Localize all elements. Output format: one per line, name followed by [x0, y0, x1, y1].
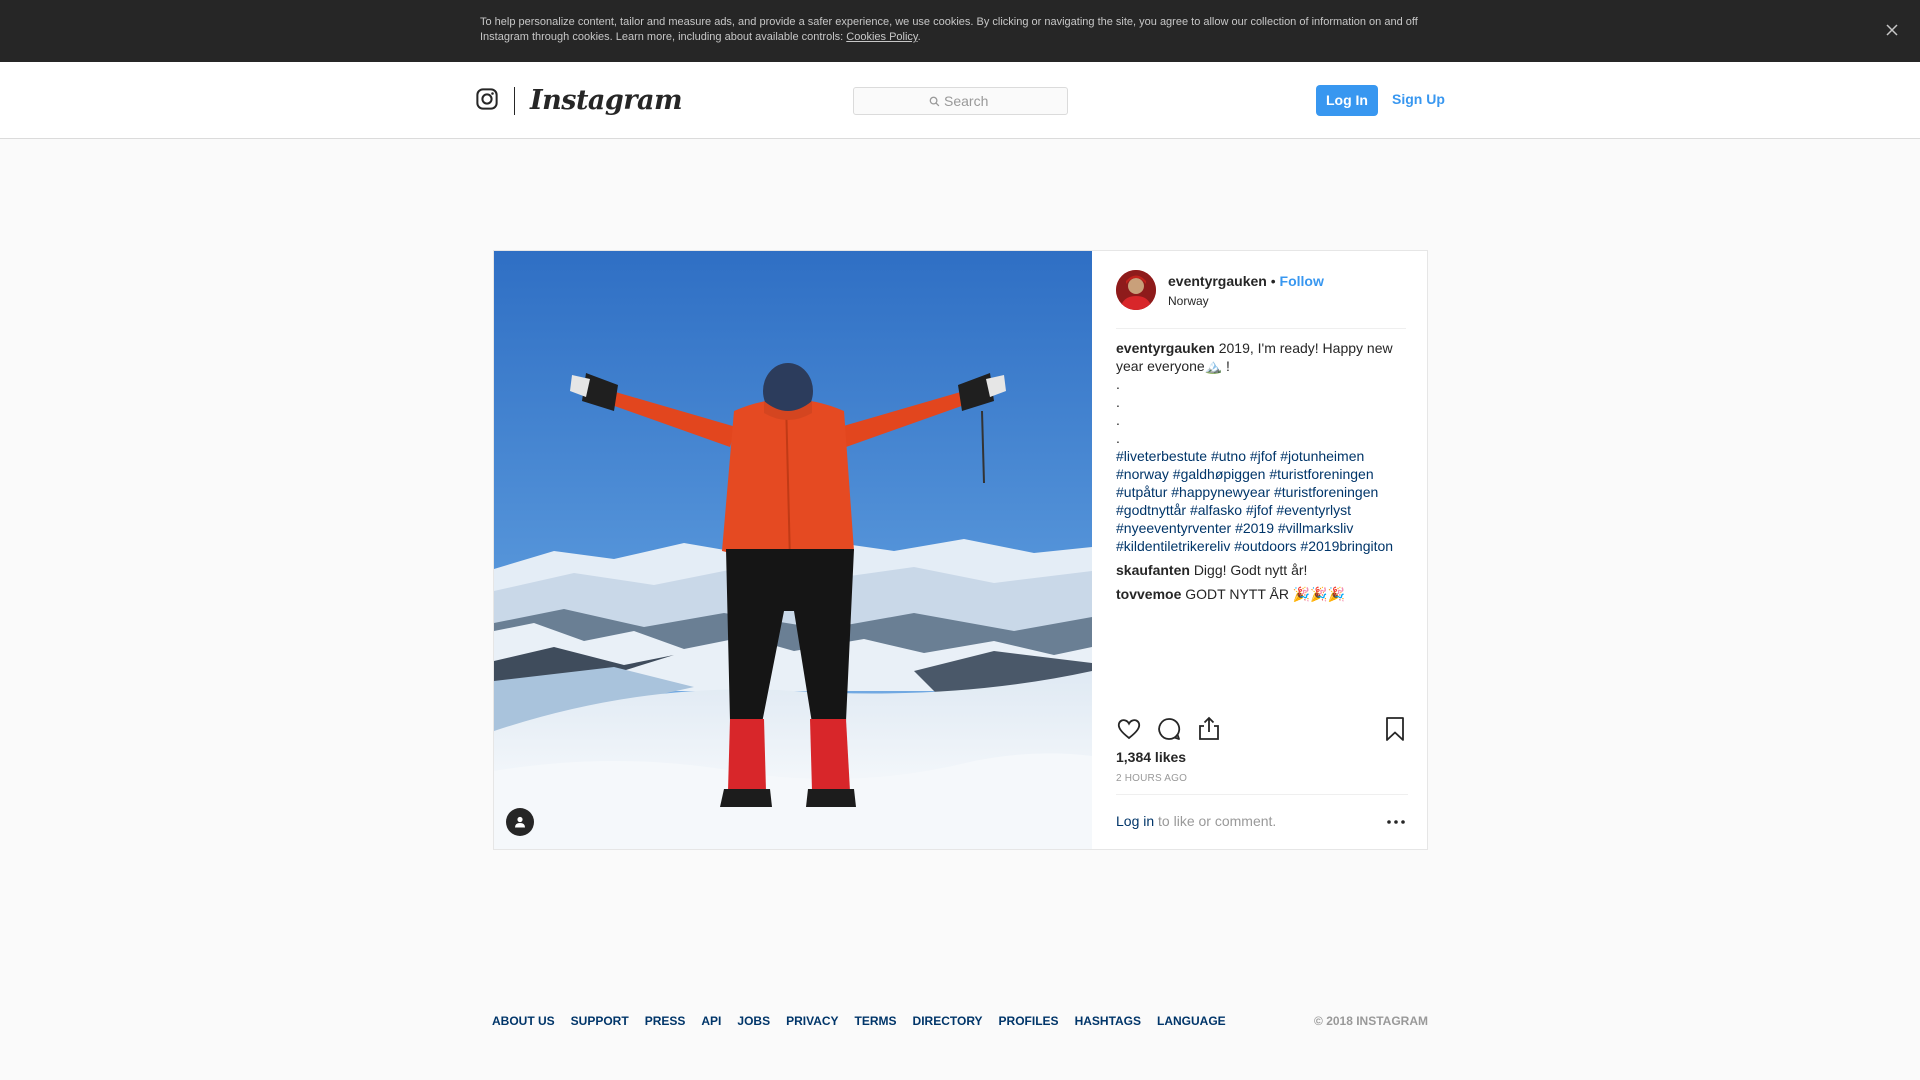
instagram-wordmark[interactable]: Instagram	[530, 81, 683, 121]
author-line: eventyrgauken • Follow	[1168, 272, 1324, 290]
cookies-policy-link[interactable]: Cookies Policy	[846, 31, 917, 43]
heart-icon	[1117, 719, 1141, 740]
avatar-image	[1116, 270, 1156, 310]
cookie-banner-text: To help personalize content, tailor and …	[480, 15, 1440, 45]
share-button[interactable]	[1196, 716, 1222, 742]
post-author-header: eventyrgauken • Follow Norway	[1116, 270, 1406, 329]
like-button[interactable]	[1116, 716, 1142, 742]
save-button[interactable]	[1382, 716, 1408, 742]
caption-dot: .	[1116, 376, 1120, 392]
comment-button[interactable]	[1156, 716, 1182, 742]
footer-link-profiles[interactable]: PROFILES	[999, 1013, 1059, 1029]
footer-link-directory[interactable]: DIRECTORY	[913, 1013, 983, 1029]
footer-link-press[interactable]: PRESS	[645, 1013, 686, 1029]
cookie-banner: To help personalize content, tailor and …	[0, 0, 1920, 62]
comment-item: tovvemoe GODT NYTT ÅR 🎉🎉🎉	[1116, 585, 1408, 603]
top-nav: Instagram Log In Sign Up	[0, 62, 1920, 139]
caption-dot: .	[1116, 412, 1120, 428]
post-actions	[1116, 716, 1408, 746]
caption-hashtags[interactable]: #liveterbestute #utno #jfof #jotunheimen…	[1116, 447, 1408, 555]
footer: ABOUT US SUPPORT PRESS API JOBS PRIVACY …	[492, 1013, 1428, 1033]
instagram-glyph-icon[interactable]	[476, 88, 498, 110]
caption-dot: .	[1116, 430, 1120, 446]
login-to-comment-bar: Log in to like or comment.	[1116, 794, 1408, 846]
caption-line: eventyrgauken 2019, I'm ready! Happy new…	[1116, 339, 1408, 375]
post-caption: eventyrgauken 2019, I'm ready! Happy new…	[1116, 339, 1408, 555]
footer-link-language[interactable]: LANGUAGE	[1157, 1013, 1226, 1029]
post-sidebar: eventyrgauken • Follow Norway eventyrgau…	[1093, 251, 1427, 849]
comments-list: eventyrgauken 2019, I'm ready! Happy new…	[1116, 339, 1408, 603]
comment-username-link[interactable]: tovvemoe	[1116, 586, 1181, 602]
more-icon	[1387, 820, 1405, 824]
avatar[interactable]	[1116, 270, 1156, 310]
comment-text: Digg! Godt nytt år!	[1193, 562, 1308, 578]
follow-button[interactable]: Follow	[1280, 273, 1324, 289]
caption-dot: .	[1116, 394, 1120, 410]
comment-text: GODT NYTT ÅR 🎉🎉🎉	[1185, 586, 1346, 602]
post-timestamp[interactable]: 2 HOURS AGO	[1116, 773, 1187, 785]
footer-link-privacy[interactable]: PRIVACY	[786, 1013, 838, 1029]
footer-link-support[interactable]: SUPPORT	[571, 1013, 629, 1029]
logo-divider	[514, 87, 515, 115]
more-options-button[interactable]	[1384, 813, 1408, 831]
comment-icon	[1158, 718, 1181, 740]
copyright: © 2018 INSTAGRAM	[1314, 1014, 1428, 1028]
like-count[interactable]: 1,384 likes	[1116, 748, 1186, 766]
cookie-suffix: .	[917, 31, 921, 43]
footer-link-jobs[interactable]: JOBS	[737, 1013, 770, 1029]
search-input[interactable]	[944, 93, 992, 109]
cookie-message: To help personalize content, tailor and …	[480, 16, 1418, 43]
footer-link-hashtags[interactable]: HASHTAGS	[1075, 1013, 1141, 1029]
caption-username-link[interactable]: eventyrgauken	[1116, 340, 1215, 356]
footer-link-about-us[interactable]: ABOUT US	[492, 1013, 555, 1029]
footer-link-terms[interactable]: TERMS	[855, 1013, 897, 1029]
user-tag-icon	[515, 816, 525, 828]
comment-item: skaufanten Digg! Godt nytt år!	[1116, 561, 1408, 579]
search-icon	[929, 96, 940, 106]
comment-username-link[interactable]: skaufanten	[1116, 562, 1190, 578]
post-photo-image	[494, 251, 1092, 849]
login-link[interactable]: Log in	[1116, 813, 1154, 829]
share-icon	[1199, 716, 1219, 740]
post-card: eventyrgauken • Follow Norway eventyrgau…	[493, 250, 1428, 850]
bookmark-icon	[1386, 717, 1404, 741]
login-prompt: Log in to like or comment.	[1116, 812, 1276, 830]
footer-nav: ABOUT US SUPPORT PRESS API JOBS PRIVACY …	[492, 1013, 1226, 1029]
location-link[interactable]: Norway	[1168, 293, 1209, 309]
tagged-users-button[interactable]	[506, 808, 534, 836]
login-button[interactable]: Log In	[1316, 85, 1378, 116]
footer-link-api[interactable]: API	[701, 1013, 721, 1029]
signup-link[interactable]: Sign Up	[1392, 89, 1445, 109]
login-prompt-text: to like or comment.	[1154, 813, 1277, 829]
search-box[interactable]	[853, 87, 1068, 115]
author-username-link[interactable]: eventyrgauken	[1168, 273, 1267, 289]
post-photo[interactable]	[494, 251, 1092, 849]
separator-dot: •	[1270, 273, 1276, 289]
close-cookie-banner-button[interactable]	[1878, 16, 1906, 44]
close-icon	[1886, 24, 1898, 36]
